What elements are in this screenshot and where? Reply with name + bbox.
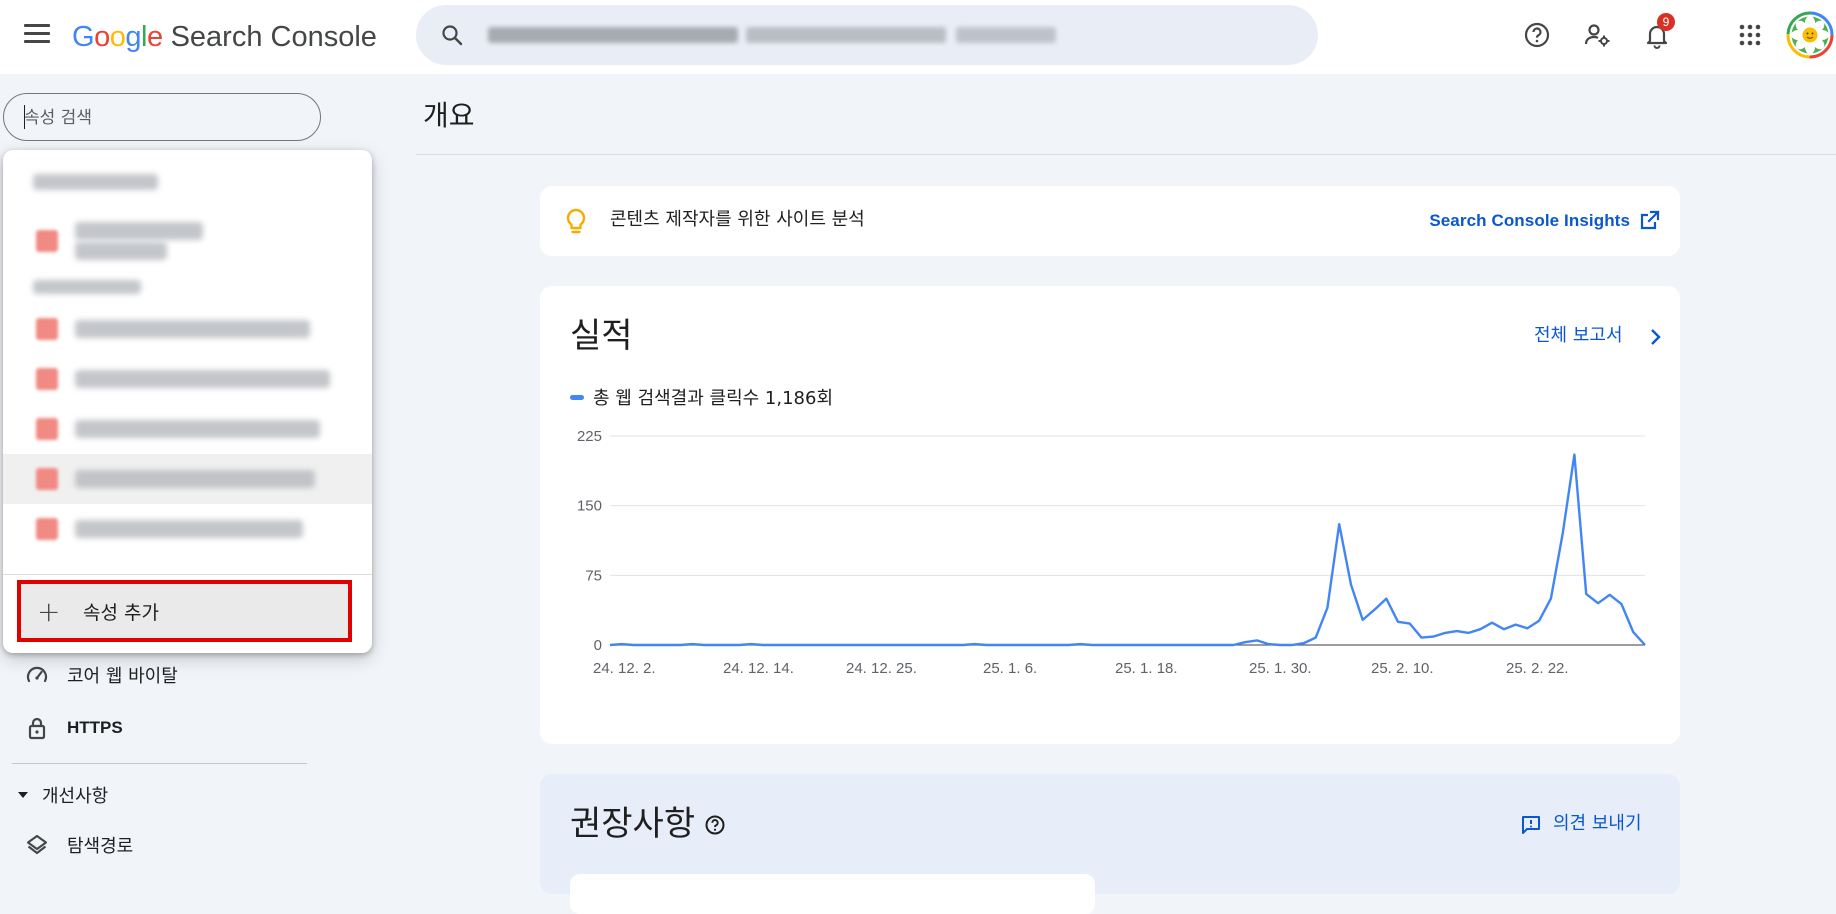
plus-icon: +: [37, 595, 61, 628]
recommendation-item[interactable]: [570, 874, 1095, 914]
redacted-property-name: [75, 520, 303, 538]
text-caret: [24, 105, 25, 129]
property-search-field[interactable]: [3, 93, 321, 141]
logo-letter: g: [125, 21, 141, 53]
user-settings-icon[interactable]: [1582, 20, 1612, 50]
speed-gauge-icon: [26, 666, 48, 683]
x-tick-label: 25. 2. 22.: [1506, 660, 1569, 677]
x-tick-label: 25. 2. 10.: [1371, 660, 1434, 677]
performance-card: 실적 전체 보고서 총 웹 검색결과 클릭수 1,186회 0 75 150 225 2…: [540, 286, 1680, 744]
nav-section-label: 개선사항: [42, 786, 109, 807]
add-property-label: 속성 추가: [83, 602, 159, 624]
x-tick-label: 25. 1. 30.: [1249, 660, 1312, 677]
page-title: 개요: [423, 99, 475, 132]
site-favicon-icon: [36, 418, 58, 440]
redacted-group-label: [33, 280, 141, 294]
redacted-property-name: [75, 222, 203, 240]
nav-item-https[interactable]: HTTPS: [25, 713, 123, 743]
nav-item-label: 탐색경로: [67, 836, 134, 857]
url-inspection-search-bar[interactable]: [416, 5, 1318, 65]
x-tick-label: 25. 1. 18.: [1115, 660, 1178, 677]
nav-item-breadcrumbs[interactable]: 탐색경로: [25, 830, 133, 860]
site-favicon-icon: [36, 468, 58, 490]
caret-down-icon: [18, 792, 28, 798]
title-divider: [416, 154, 1836, 155]
layers-icon: [26, 834, 48, 855]
x-tick-label: 24. 12. 25.: [846, 660, 917, 677]
property-option[interactable]: [3, 354, 372, 404]
lock-icon: [28, 717, 46, 740]
y-tick-label: 0: [594, 637, 602, 654]
recommendations-title: 권장사항: [570, 804, 696, 844]
redacted-property-name: [75, 370, 330, 388]
redacted-group-label: [33, 174, 158, 190]
dropdown-divider: [3, 574, 372, 575]
site-favicon-icon: [36, 318, 58, 340]
property-selector-dropdown: + 속성 추가: [3, 150, 372, 653]
send-feedback-link[interactable]: 의견 보내기: [1553, 812, 1642, 836]
nav-item-core-web-vitals[interactable]: 코어 웹 바이탈: [25, 660, 178, 690]
performance-title: 실적: [570, 316, 633, 356]
lightbulb-icon: [566, 208, 586, 234]
top-app-bar: Google Search Console 9: [0, 0, 1836, 74]
site-favicon-icon: [36, 368, 58, 390]
chevron-right-icon[interactable]: [1646, 328, 1664, 346]
menu-icon[interactable]: [24, 24, 50, 44]
insights-card: 콘텐츠 제작자를 위한 사이트 분석 Search Console Insigh…: [540, 186, 1680, 256]
open-in-new-icon[interactable]: [1640, 210, 1660, 230]
apps-grid-icon[interactable]: [1735, 20, 1765, 50]
google-wordmark: Google: [72, 21, 163, 53]
full-report-link[interactable]: 전체 보고서: [1534, 324, 1623, 348]
redacted-property-name: [75, 420, 320, 438]
logo-letter: o: [94, 21, 110, 53]
notification-badge: 9: [1657, 13, 1675, 31]
property-option[interactable]: [3, 210, 372, 270]
search-icon: [442, 25, 463, 46]
redacted-search-text: [956, 27, 1056, 43]
redacted-property-name: [75, 470, 315, 488]
help-icon[interactable]: [704, 814, 726, 836]
legend-swatch: [570, 394, 584, 400]
nav-item-label: HTTPS: [67, 718, 123, 737]
logo-letter: o: [109, 21, 126, 53]
x-tick-label: 25. 1. 6.: [983, 660, 1037, 677]
nav-item-label: 코어 웹 바이탈: [67, 666, 178, 687]
site-favicon-icon: [36, 230, 58, 252]
y-tick-label: 150: [577, 498, 602, 515]
redacted-search-text: [488, 27, 738, 43]
x-tick-label: 24. 12. 14.: [723, 660, 794, 677]
chart-legend[interactable]: 총 웹 검색결과 클릭수 1,186회: [570, 384, 833, 410]
add-property-button[interactable]: + 속성 추가: [17, 580, 352, 642]
site-favicon-icon: [36, 518, 58, 540]
search-console-insights-link[interactable]: Search Console Insights: [1429, 210, 1630, 232]
flower-avatar-icon[interactable]: [1786, 11, 1834, 59]
redacted-property-name: [75, 320, 310, 338]
clicks-line-chart[interactable]: 0 75 150 225 24. 12. 2. 24. 12. 14. 24. 12. 25…: [540, 416, 1680, 716]
logo-letter: G: [72, 21, 95, 53]
x-tick-label: 24. 12. 2.: [593, 660, 656, 677]
nav-section-enhancements[interactable]: 개선사항: [18, 782, 108, 808]
property-search-input[interactable]: [22, 106, 296, 130]
clicks-series-line[interactable]: [609, 453, 1646, 647]
property-option[interactable]: [3, 404, 372, 454]
recommendations-card: 권장사항 의견 보내기: [540, 774, 1680, 914]
redacted-property-name: [75, 242, 167, 260]
product-name: Search Console: [170, 21, 377, 53]
app-logo[interactable]: Google Search Console: [72, 18, 377, 56]
help-icon[interactable]: [1522, 20, 1552, 50]
insights-text: 콘텐츠 제작자를 위한 사이트 분석: [610, 209, 865, 230]
logo-letter: e: [146, 21, 163, 53]
property-option-hovered[interactable]: [3, 454, 372, 504]
legend-label: 총 웹 검색결과 클릭수 1,186회: [593, 388, 834, 409]
property-option[interactable]: [3, 304, 372, 354]
property-option[interactable]: [3, 504, 372, 554]
y-tick-label: 75: [585, 567, 602, 584]
redacted-search-text: [746, 27, 946, 43]
feedback-icon[interactable]: [1520, 814, 1542, 836]
nav-divider: [12, 763, 307, 764]
y-tick-label: 225: [577, 428, 602, 445]
